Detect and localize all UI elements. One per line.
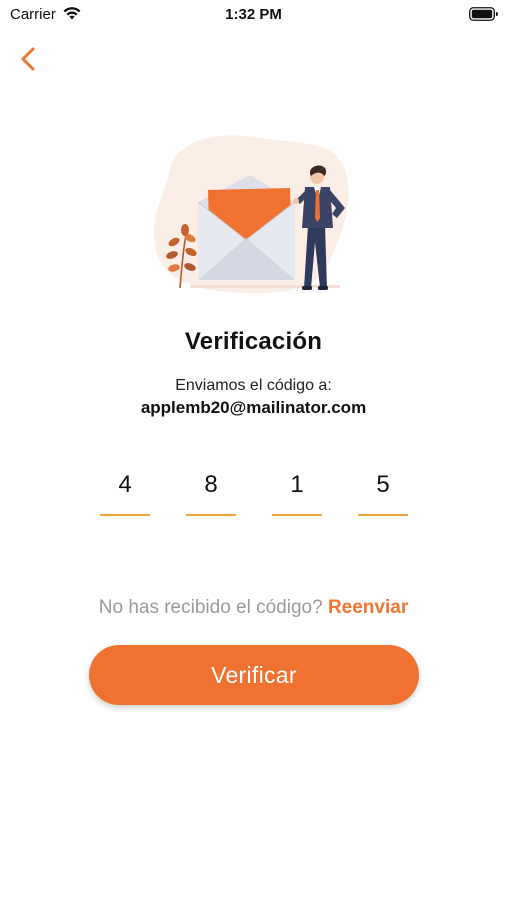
code-digit-underline	[100, 514, 150, 516]
resend-link[interactable]: Reenviar	[328, 597, 408, 618]
status-bar: Carrier 1:32 PM	[0, 0, 507, 30]
page-title: Verificación	[184, 328, 323, 355]
code-digit-value: 4	[118, 471, 132, 498]
code-digit-underline	[186, 514, 236, 516]
resend-prompt: No has recibido el código?	[98, 597, 323, 618]
battery-icon	[469, 6, 499, 22]
code-digit-underline	[272, 514, 322, 516]
back-button[interactable]	[14, 44, 46, 76]
code-digit-value: 5	[376, 471, 390, 498]
verify-button[interactable]: Verificar	[89, 645, 419, 705]
chevron-left-icon	[21, 47, 35, 71]
code-digit-value: 1	[290, 471, 304, 498]
email-address: applemb20@mailinator.com	[140, 398, 367, 417]
code-digit-field[interactable]: 8	[186, 466, 236, 516]
code-digit-field[interactable]: 4	[100, 466, 150, 516]
code-digit-field[interactable]: 5	[358, 466, 408, 516]
status-time: 1:32 PM	[225, 6, 282, 23]
sent-to-label: Enviamos el código a:	[175, 377, 332, 394]
code-digit-value: 8	[204, 471, 218, 498]
code-digit-underline	[358, 514, 408, 516]
code-digit-field[interactable]: 1	[272, 466, 322, 516]
resend-row: No has recibido el código? Reenviar	[0, 597, 507, 619]
verification-code-input: 4 8 1 5	[100, 466, 408, 518]
envelope-icon	[197, 175, 296, 280]
envelope-illustration	[150, 130, 360, 300]
